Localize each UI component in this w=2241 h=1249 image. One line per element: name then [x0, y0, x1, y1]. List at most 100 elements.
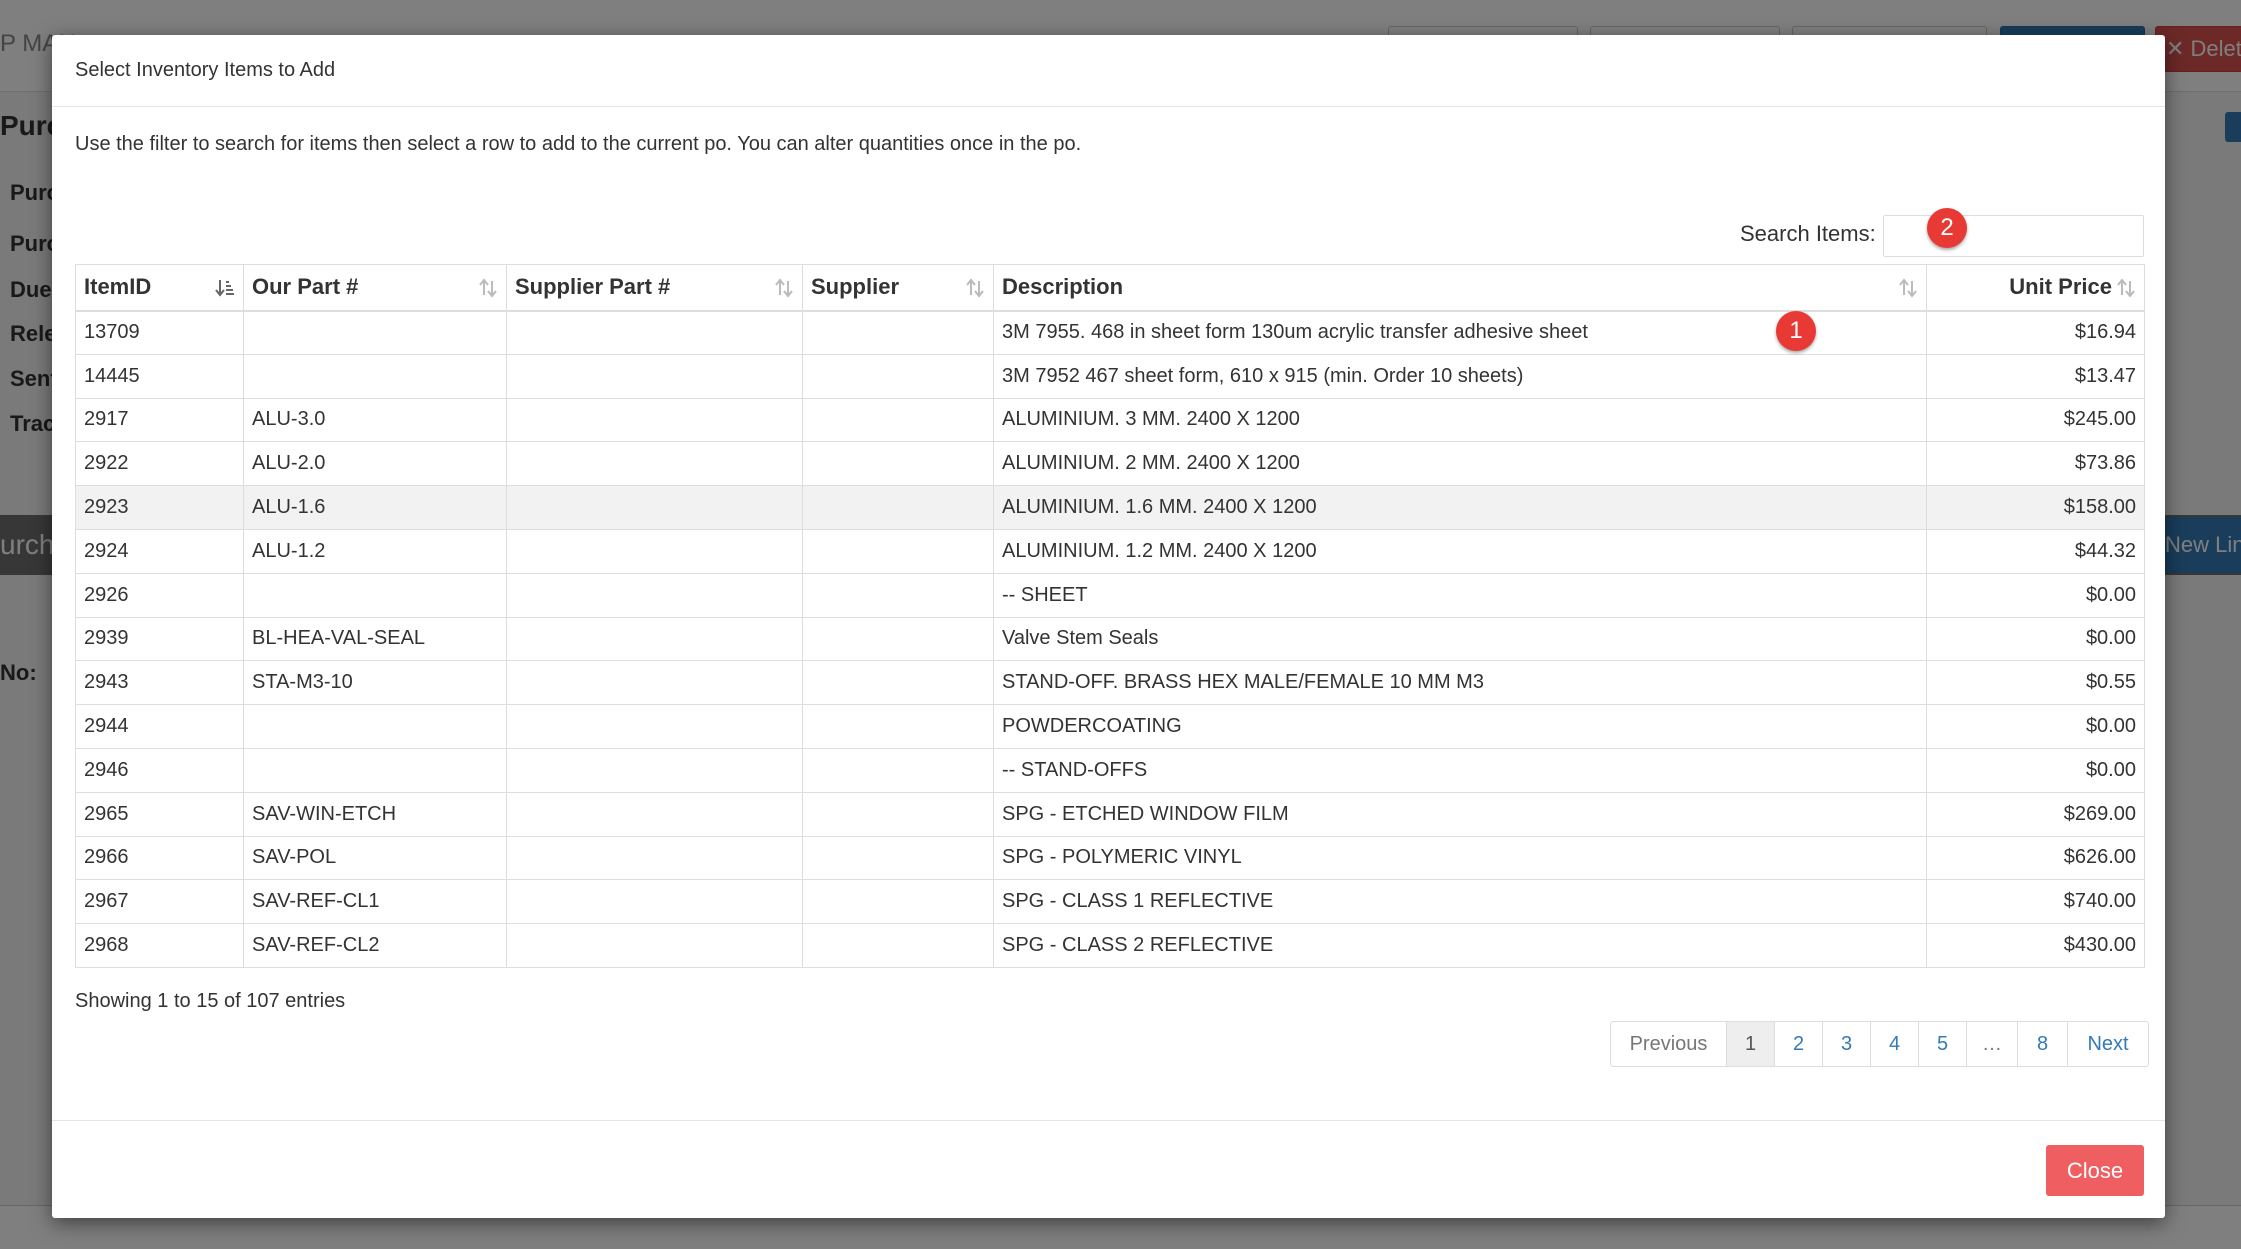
- table-row[interactable]: 2943 STA-M3-10 STAND-OFF. BRASS HEX MALE/F…: [75, 660, 2145, 706]
- cell-our-part: SAV-WIN-ETCH: [243, 791, 507, 837]
- cell-supplier-part: [506, 747, 803, 793]
- cell-description: -- STAND-OFFS: [993, 747, 1927, 793]
- cell-supplier: [802, 704, 994, 749]
- column-header-itemid[interactable]: ItemID: [75, 264, 244, 312]
- table-row[interactable]: 13709 3M 7955. 468 in sheet form 130um ac…: [75, 310, 2145, 355]
- table-row[interactable]: 2923 ALU-1.6 ALUMINIUM. 1.6 MM. 2400 X 120…: [75, 485, 2145, 530]
- column-header-unit-price[interactable]: Unit Price: [1926, 264, 2145, 312]
- cell-supplier-part: [506, 353, 803, 399]
- column-header-our-part[interactable]: Our Part #: [243, 264, 507, 312]
- cell-itemid: 2924: [75, 528, 244, 574]
- pagination-page-2[interactable]: 2: [1774, 1021, 1823, 1067]
- cell-supplier: [802, 353, 994, 399]
- search-label: Search Items:: [1740, 221, 1876, 246]
- pagination-next[interactable]: Next: [2067, 1021, 2149, 1067]
- table-row[interactable]: 2939 BL-HEA-VAL-SEAL Valve Stem Seals $0.00: [75, 616, 2145, 662]
- cell-supplier: [802, 747, 994, 793]
- cell-supplier-part: [506, 704, 803, 749]
- annotation-badge-2: 2: [1927, 208, 1967, 248]
- cell-description: Valve Stem Seals: [993, 616, 1927, 662]
- pagination-page-8[interactable]: 8: [2017, 1021, 2068, 1067]
- cell-supplier-part: [506, 397, 803, 443]
- cell-unit-price: $16.94: [1926, 310, 2145, 355]
- cell-supplier-part: [506, 616, 803, 662]
- cell-our-part: ALU-1.2: [243, 528, 507, 574]
- column-header-label: Supplier Part #: [515, 274, 671, 300]
- search-input[interactable]: [1883, 215, 2144, 257]
- cell-itemid: 2967: [75, 879, 244, 925]
- table-row[interactable]: 2917 ALU-3.0 ALUMINIUM. 3 MM. 2400 X 1200 $…: [75, 397, 2145, 443]
- cell-our-part: [243, 353, 507, 399]
- table-row[interactable]: 2922 ALU-2.0 ALUMINIUM. 2 MM. 2400 X 1200 $…: [75, 441, 2145, 487]
- cell-unit-price: $0.00: [1926, 704, 2145, 749]
- cell-our-part: STA-M3-10: [243, 660, 507, 706]
- sort-icon: [775, 278, 793, 298]
- cell-our-part: SAV-POL: [243, 835, 507, 881]
- pagination-page-3[interactable]: 3: [1822, 1021, 1871, 1067]
- close-button[interactable]: Close: [2046, 1145, 2144, 1196]
- cell-supplier: [802, 485, 994, 530]
- cell-our-part: [243, 747, 507, 793]
- sort-icon: [1899, 278, 1917, 298]
- column-header-description[interactable]: Description: [993, 264, 1927, 312]
- cell-description: SPG - CLASS 2 REFLECTIVE: [993, 923, 1927, 968]
- pagination-page-5[interactable]: 5: [1918, 1021, 1967, 1067]
- cell-supplier-part: [506, 572, 803, 618]
- cell-itemid: 2965: [75, 791, 244, 837]
- pagination-page-4[interactable]: 4: [1870, 1021, 1919, 1067]
- cell-our-part: BL-HEA-VAL-SEAL: [243, 616, 507, 662]
- cell-supplier: [802, 572, 994, 618]
- cell-unit-price: $158.00: [1926, 485, 2145, 530]
- pagination-page-1[interactable]: 1: [1726, 1021, 1775, 1067]
- cell-supplier-part: [506, 485, 803, 530]
- column-header-supplier-part[interactable]: Supplier Part #: [506, 264, 803, 312]
- cell-itemid: 2946: [75, 747, 244, 793]
- column-header-supplier[interactable]: Supplier: [802, 264, 994, 312]
- cell-supplier: [802, 660, 994, 706]
- table-row[interactable]: 2926 -- SHEET $0.00: [75, 572, 2145, 618]
- cell-itemid: 13709: [75, 310, 244, 355]
- table-row[interactable]: 2966 SAV-POL SPG - POLYMERIC VINYL $626.00: [75, 835, 2145, 881]
- table-header-row: ItemID Our Part # Supplier Part # Suppli…: [75, 264, 2145, 312]
- table-row[interactable]: 2946 -- STAND-OFFS $0.00: [75, 747, 2145, 793]
- cell-itemid: 2922: [75, 441, 244, 487]
- table-row[interactable]: 14445 3M 7952 467 sheet form, 610 x 915 (…: [75, 353, 2145, 399]
- column-header-label: Supplier: [811, 274, 900, 300]
- cell-our-part: SAV-REF-CL1: [243, 879, 507, 925]
- cell-description: POWDERCOATING: [993, 704, 1927, 749]
- cell-supplier: [802, 310, 994, 355]
- cell-description: -- SHEET: [993, 572, 1927, 618]
- cell-supplier-part: [506, 879, 803, 925]
- cell-our-part: [243, 310, 507, 355]
- cell-description: SPG - POLYMERIC VINYL: [993, 835, 1927, 881]
- cell-itemid: 2923: [75, 485, 244, 530]
- cell-supplier: [802, 835, 994, 881]
- table-row[interactable]: 2924 ALU-1.2 ALUMINIUM. 1.2 MM. 2400 X 120…: [75, 528, 2145, 574]
- table-row[interactable]: 2968 SAV-REF-CL2 SPG - CLASS 2 REFLECTIVE $…: [75, 923, 2145, 968]
- cell-supplier-part: [506, 835, 803, 881]
- sort-ascending-icon: [215, 280, 234, 297]
- cell-itemid: 2939: [75, 616, 244, 662]
- cell-supplier: [802, 397, 994, 443]
- cell-itemid: 2944: [75, 704, 244, 749]
- table-row[interactable]: 2944 POWDERCOATING $0.00: [75, 704, 2145, 749]
- cell-description: ALUMINIUM. 1.6 MM. 2400 X 1200: [993, 485, 1927, 530]
- cell-unit-price: $13.47: [1926, 353, 2145, 399]
- cell-description: STAND-OFF. BRASS HEX MALE/FEMALE 10 MM M…: [993, 660, 1927, 706]
- cell-description: ALUMINIUM. 2 MM. 2400 X 1200: [993, 441, 1927, 487]
- cell-our-part: ALU-3.0: [243, 397, 507, 443]
- inventory-table: ItemID Our Part # Supplier Part # Suppli…: [75, 264, 2145, 968]
- pagination-previous[interactable]: Previous: [1610, 1021, 1727, 1067]
- table-row[interactable]: 2965 SAV-WIN-ETCH SPG - ETCHED WINDOW FILM…: [75, 791, 2145, 837]
- table-row[interactable]: 2967 SAV-REF-CL1 SPG - CLASS 1 REFLECTIVE $…: [75, 879, 2145, 925]
- annotation-badge-1: 1: [1776, 311, 1816, 351]
- cell-supplier-part: [506, 441, 803, 487]
- column-header-label: ItemID: [84, 274, 152, 300]
- cell-description: 3M 7952 467 sheet form, 610 x 915 (min. …: [993, 353, 1927, 399]
- cell-supplier-part: [506, 528, 803, 574]
- cell-itemid: 2968: [75, 923, 244, 968]
- cell-our-part: [243, 572, 507, 618]
- modal-footer: [52, 1120, 2165, 1218]
- cell-supplier-part: [506, 923, 803, 968]
- modal-header: Select Inventory Items to Add: [52, 35, 2165, 107]
